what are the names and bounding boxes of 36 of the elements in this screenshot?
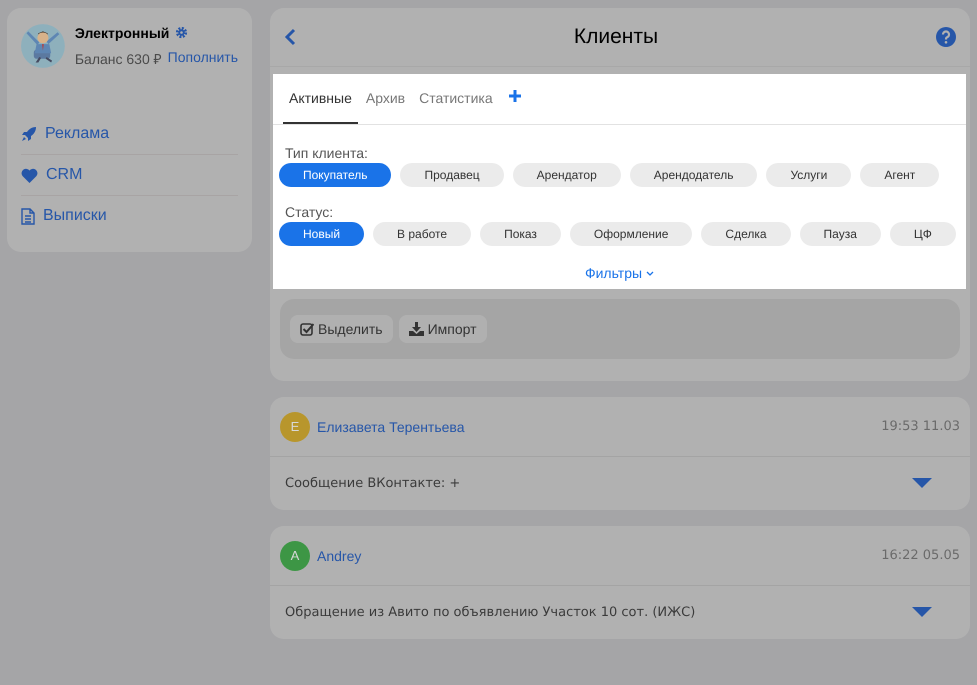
user-name: Электронный [74, 24, 170, 40]
tab[interactable]: Статистика [413, 74, 499, 124]
filter-chip[interactable]: ЦФ [890, 222, 956, 246]
filter-chip[interactable]: Продавец [400, 163, 504, 187]
filter-label: Статус: [284, 204, 334, 220]
timestamp: 16:22 05.05 [881, 548, 960, 563]
filter-chip[interactable]: Оформление [570, 222, 692, 246]
tab[interactable]: Архив [360, 74, 412, 124]
top-up-link[interactable]: Пополнить [168, 48, 238, 68]
page-title: Клиенты [574, 25, 658, 49]
sidebar-item[interactable]: Выписки [21, 196, 238, 236]
filter-chip[interactable]: Арендатор [512, 163, 621, 187]
sidebar-item[interactable]: CRM [21, 155, 238, 196]
sidebar-item[interactable]: Реклама [21, 114, 238, 155]
avatar: A [280, 540, 310, 570]
filter-chip[interactable]: Пауза [800, 222, 881, 246]
filter-chip[interactable]: Сделка [701, 222, 791, 246]
client-message: Обращение из Авито по объявлению Участок 10 сот. (ИЖС) [285, 605, 696, 620]
timestamp: 19:53 11.03 [881, 419, 960, 434]
avatar: Е [280, 412, 310, 442]
toolbar-button[interactable]: Выделить [290, 315, 393, 343]
filter-chip[interactable]: Новый [279, 222, 364, 246]
filter-chip[interactable]: Услуги [766, 163, 852, 187]
filters-toggle[interactable]: Фильтры [584, 263, 654, 289]
filter-chip[interactable]: В работе [373, 222, 472, 246]
client-name[interactable]: Елизавета Терентьева [317, 418, 874, 434]
filter-label: Тип клиента: [284, 145, 369, 161]
filter-chip[interactable]: Агент [860, 163, 940, 187]
balance: Баланс 630 ₽ [74, 50, 162, 68]
filter-chip[interactable]: Покупатель [279, 163, 392, 187]
toolbar-button[interactable]: Импорт [398, 315, 487, 343]
filter-chip[interactable]: Арендодатель [630, 163, 758, 187]
tab[interactable]: Активные [283, 74, 358, 124]
filter-chip[interactable]: Показ [480, 222, 561, 246]
client-name[interactable]: Andrey [317, 548, 874, 564]
client-message: Сообщение ВКонтакте: + [285, 476, 460, 491]
